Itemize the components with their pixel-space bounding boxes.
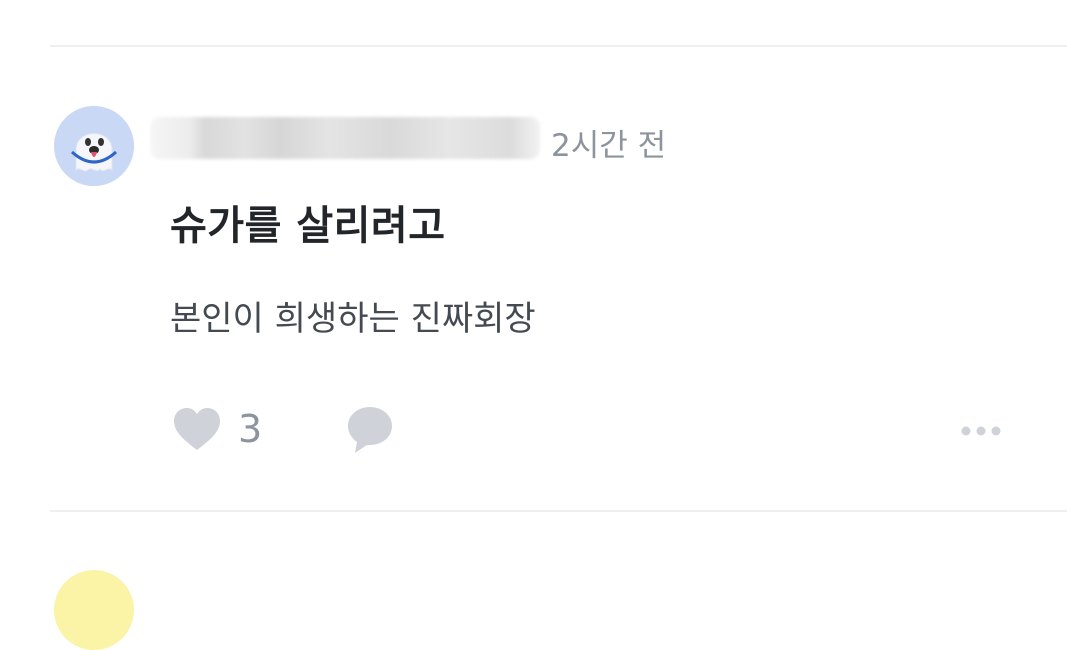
ghost-avatar-icon [54,106,134,186]
reply-button[interactable] [345,404,395,458]
bottom-divider [50,510,1067,512]
comment-title: 슈가를 살리려고 [170,203,446,249]
avatar[interactable] [54,106,134,186]
timestamp: 2시간 전 [551,128,667,164]
top-divider [50,45,1067,47]
more-dots-icon [961,426,1001,436]
like-count: 3 [238,407,263,451]
next-comment-avatar[interactable] [54,570,134,650]
comment-body: 본인이 희생하는 진짜회장 [170,299,536,339]
heart-icon [174,408,220,450]
more-options-button[interactable] [958,421,1004,441]
like-button[interactable]: 3 [172,405,262,453]
speech-bubble-icon [348,407,392,453]
username-blurred [150,117,540,159]
